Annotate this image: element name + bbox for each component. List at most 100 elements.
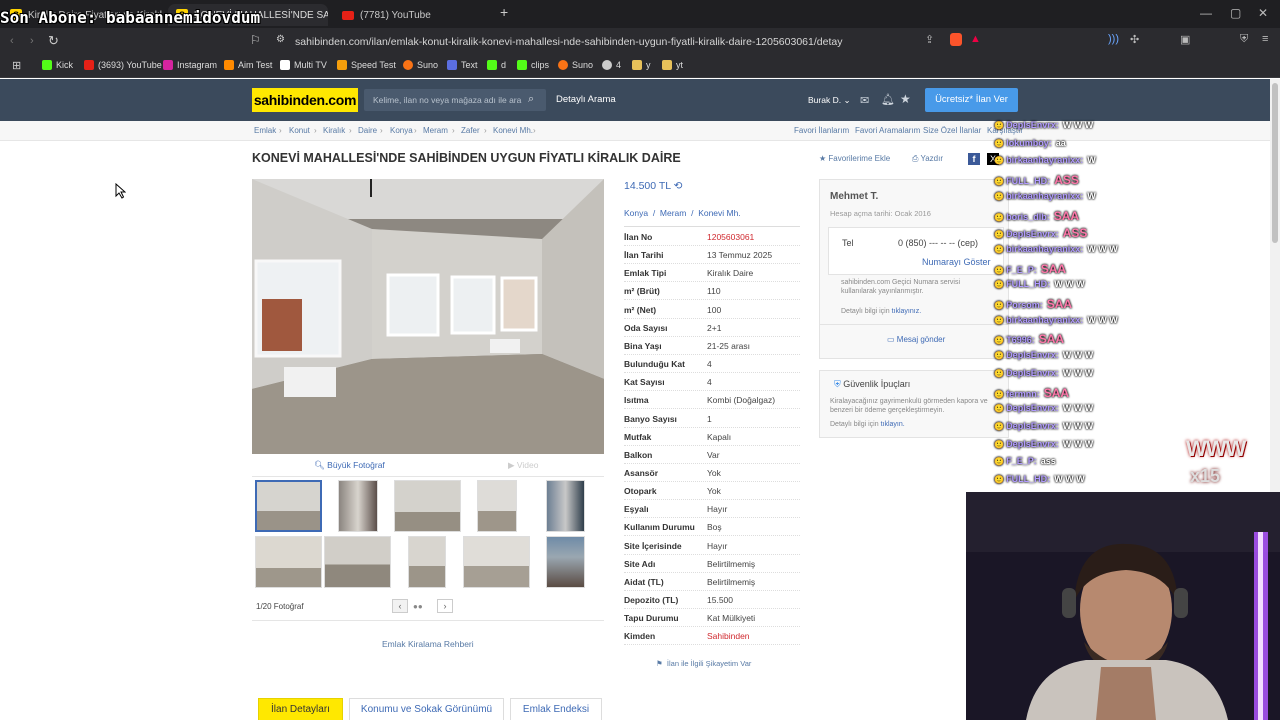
- detail-value: 4: [707, 359, 712, 370]
- vpn-icon[interactable]: ⛨: [1240, 33, 1248, 46]
- photo-thumbnail[interactable]: [324, 536, 391, 588]
- tab-listing-details[interactable]: İlan Detayları: [258, 698, 343, 720]
- tab-youtube[interactable]: (7781) YouTube: [334, 4, 494, 26]
- bookmark-icon[interactable]: ⚐: [250, 33, 261, 47]
- audio-icon[interactable]: ))): [1108, 33, 1119, 45]
- photo-thumbnail[interactable]: [463, 536, 530, 588]
- favorite-listings-link[interactable]: Favori İlanlarım: [794, 126, 849, 135]
- detail-row: Kimden Sahibinden: [624, 627, 800, 646]
- chat-badge-icon: 🙂: [994, 475, 1007, 484]
- site-logo[interactable]: sahibinden.com: [252, 88, 358, 112]
- main-listing-photo[interactable]: [252, 179, 604, 454]
- location-neighborhood[interactable]: Konevi Mh.: [698, 208, 741, 218]
- reload-icon[interactable]: ↻: [48, 33, 59, 49]
- chat-badge-icon: 🙂: [994, 336, 1007, 346]
- maximize-icon[interactable]: ▢: [1230, 6, 1241, 20]
- scrollbar-thumb[interactable]: [1272, 83, 1278, 243]
- extensions-icon[interactable]: ✣: [1130, 33, 1139, 46]
- bookmark-kick[interactable]: Kick: [42, 60, 73, 70]
- apps-grid-icon[interactable]: ⊞: [12, 59, 21, 72]
- next-photo-button[interactable]: ›: [437, 599, 453, 613]
- tab-location-street-view[interactable]: Konumu ve Sokak Görünümü: [349, 698, 504, 720]
- breadcrumb-item[interactable]: Konya: [390, 126, 413, 135]
- forward-icon[interactable]: ›: [30, 35, 34, 47]
- sidebar-icon[interactable]: ▣: [1180, 33, 1190, 46]
- photo-thumbnail[interactable]: [546, 536, 585, 588]
- bookmark-suno-2[interactable]: Suno: [558, 60, 593, 70]
- notifications-icon[interactable]: 🔔︎: [881, 93, 895, 106]
- detail-row: Site Adı Belirtilmemiş: [624, 555, 800, 573]
- photo-thumbnail[interactable]: [338, 480, 378, 532]
- seller-name[interactable]: Mehmet T.: [830, 191, 878, 202]
- breadcrumb-item[interactable]: Meram: [423, 126, 448, 135]
- menu-icon[interactable]: ≡: [1262, 33, 1268, 45]
- bookmark-folder-y[interactable]: y: [632, 60, 651, 70]
- breadcrumb-item[interactable]: Kiralık: [323, 126, 345, 135]
- user-menu[interactable]: Burak D. ⌄: [808, 95, 851, 106]
- big-photo-link[interactable]: 🔍︎ Büyük Fotoğraf: [314, 460, 385, 471]
- bookmark-4[interactable]: 4: [602, 60, 621, 70]
- bookmark-instagram[interactable]: Instagram: [163, 60, 217, 70]
- search-icon[interactable]: ⌕: [528, 93, 534, 106]
- bookmark-youtube[interactable]: (3693) YouTube: [84, 60, 162, 70]
- detail-label: Site İçerisinde: [624, 540, 682, 551]
- print-link[interactable]: ⎙ Yazdır: [912, 154, 943, 164]
- url-field[interactable]: sahibinden.com/ilan/emlak-konut-kiralik-…: [270, 33, 990, 51]
- detail-info: Detaylı bilgi için tıklayınız.: [841, 308, 922, 315]
- detail-label: İlan Tarihi: [624, 250, 664, 261]
- photo-thumbnail[interactable]: [394, 480, 461, 532]
- bookmark-clips[interactable]: clips: [517, 60, 549, 70]
- breadcrumb-item[interactable]: Daire: [358, 126, 377, 135]
- photo-thumbnail[interactable]: [255, 536, 322, 588]
- breadcrumb-item[interactable]: Zafer: [461, 126, 480, 135]
- chat-username: Porsom:: [1006, 300, 1043, 310]
- youtube-icon: [84, 60, 94, 70]
- report-listing-link[interactable]: ⚑ İlan ile İlgili Şikayetim Var: [656, 659, 751, 668]
- phone-label: Tel: [842, 238, 854, 248]
- minimize-icon[interactable]: —: [1200, 6, 1212, 20]
- detail-row: Depozito (TL) 15.500: [624, 591, 800, 609]
- site-search-input[interactable]: Kelime, ilan no veya mağaza adı ile ara: [364, 89, 546, 111]
- add-favorite-link[interactable]: ★ Favorilerime Ekle: [819, 154, 890, 163]
- breadcrumb-item[interactable]: Konut: [289, 126, 310, 135]
- chat-badge-icon: 🙂: [994, 244, 1007, 254]
- bookmark-aim-test[interactable]: Aim Test: [224, 60, 272, 70]
- tab-real-estate-index[interactable]: Emlak Endeksi: [510, 698, 602, 720]
- new-tab-icon[interactable]: +: [500, 4, 508, 20]
- photo-thumbnail[interactable]: [477, 480, 517, 532]
- photo-thumbnail[interactable]: [255, 480, 322, 532]
- text-icon: [447, 60, 457, 70]
- safety-detail-link[interactable]: tıklayın.: [881, 421, 905, 428]
- favorite-searches-link[interactable]: Favori Aramalarım: [855, 126, 920, 135]
- facebook-share-icon[interactable]: f: [968, 153, 980, 165]
- messages-icon[interactable]: ✉: [860, 94, 869, 107]
- special-listings-link[interactable]: Size Özel İlanlar: [923, 126, 981, 135]
- video-link[interactable]: ▶ Video: [508, 460, 539, 471]
- bookmark-text[interactable]: Text: [447, 60, 478, 70]
- bookmark-suno[interactable]: Suno: [403, 60, 438, 70]
- detail-info-link[interactable]: tıklayınız.: [892, 308, 922, 315]
- location-city[interactable]: Konya: [624, 208, 648, 218]
- send-message-link[interactable]: ▭ Mesaj gönder: [887, 335, 945, 344]
- location-district[interactable]: Meram: [660, 208, 686, 218]
- rental-guide-link[interactable]: Emlak Kiralama Rehberi: [382, 639, 474, 649]
- post-ad-button[interactable]: Ücretsiz* İlan Ver: [925, 88, 1018, 112]
- detailed-search-link[interactable]: Detaylı Arama: [556, 94, 616, 105]
- chat-text: aa: [1055, 137, 1066, 148]
- photo-thumbnail[interactable]: [408, 536, 446, 588]
- bookmark-d[interactable]: d: [487, 60, 506, 70]
- close-window-icon[interactable]: ✕: [1258, 6, 1268, 20]
- price-history-icon[interactable]: ⟲: [674, 180, 683, 192]
- previous-photo-button[interactable]: ‹: [392, 599, 408, 613]
- show-number-link[interactable]: Numarayı Göster: [922, 257, 991, 267]
- back-icon[interactable]: ‹: [10, 35, 14, 47]
- breadcrumb-item[interactable]: Konevi Mh.: [493, 126, 533, 135]
- bookmark-speed-test[interactable]: Speed Test: [337, 60, 396, 70]
- bookmark-folder-yt[interactable]: yt: [662, 60, 683, 70]
- detail-label: Mutfak: [624, 431, 652, 442]
- bookmark-multi-tv[interactable]: Multi TV: [280, 60, 327, 70]
- divider: [252, 476, 604, 477]
- breadcrumb-item[interactable]: Emlak: [254, 126, 276, 135]
- photo-thumbnail[interactable]: [546, 480, 585, 532]
- favorites-star-icon[interactable]: ★: [900, 92, 911, 106]
